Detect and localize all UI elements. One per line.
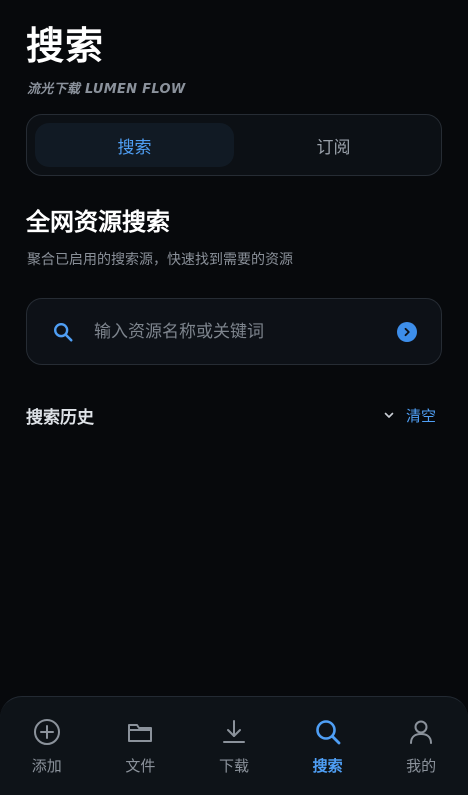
- folder-icon: [128, 724, 153, 742]
- search-submit-button[interactable]: [397, 321, 417, 342]
- page-title: 搜索: [26, 24, 105, 68]
- segment-search[interactable]: 搜索: [35, 123, 234, 167]
- clear-history-button[interactable]: 清空: [406, 405, 436, 426]
- tab-search[interactable]: 搜索: [281, 697, 375, 787]
- section-description: 聚合已启用的搜索源，快速找到需要的资源: [27, 252, 293, 268]
- search-page: 搜索 流光下载 LUMEN FLOW 搜索 订阅 全网资源搜索 聚合已启用的搜索…: [0, 0, 468, 795]
- tab-profile[interactable]: 我的: [374, 697, 468, 787]
- search-icon: [54, 322, 73, 342]
- section-title: 全网资源搜索: [26, 208, 170, 236]
- tab-files[interactable]: 文件: [94, 697, 188, 787]
- mode-segmented-control: 搜索 订阅: [26, 114, 442, 176]
- chevron-right-icon: [404, 327, 410, 336]
- segment-subscribe[interactable]: 订阅: [234, 123, 433, 167]
- tab-add[interactable]: 添加: [0, 697, 94, 787]
- history-title: 搜索历史: [26, 407, 94, 428]
- tab-label: 我的: [406, 757, 437, 775]
- tab-downloads[interactable]: 下载: [187, 697, 281, 787]
- tab-label: 添加: [31, 757, 62, 775]
- bottom-tab-bar: 添加 文件 下载 搜索 我的: [0, 696, 468, 795]
- download-icon: [222, 720, 245, 743]
- chevron-down-icon[interactable]: [382, 408, 396, 422]
- user-icon: [410, 720, 433, 744]
- search-icon: [315, 720, 340, 745]
- search-box[interactable]: [26, 298, 442, 365]
- search-history-header: 搜索历史 清空: [26, 400, 436, 430]
- tab-label: 下载: [218, 757, 249, 775]
- tab-label: 文件: [125, 757, 156, 775]
- tab-label: 搜索: [312, 757, 343, 775]
- page-subtitle: 流光下载 LUMEN FLOW: [27, 82, 186, 97]
- search-input[interactable]: [94, 321, 397, 342]
- plus-circle-icon: [33, 719, 60, 745]
